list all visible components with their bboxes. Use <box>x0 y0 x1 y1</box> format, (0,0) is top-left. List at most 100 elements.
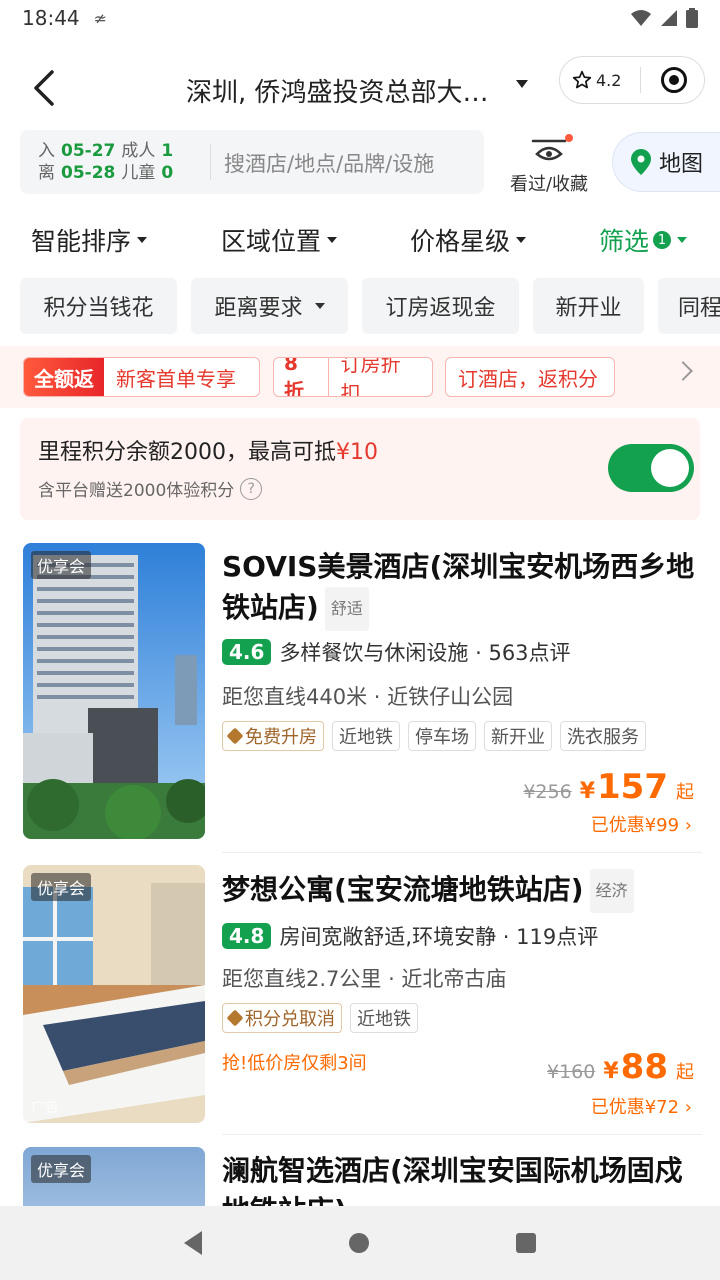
chip-new-open[interactable]: 新开业 <box>533 278 644 334</box>
adults-label: 成人 <box>121 141 156 161</box>
miniprogram-capsule: 4.2 <box>559 56 705 104</box>
perk-label: 免费升房 <box>245 727 317 748</box>
hotel-name: SOVIS美景酒店(深圳宝安机场西乡地铁站店) 舒适 <box>222 547 702 631</box>
question-mark-icon[interactable]: ? <box>240 477 263 500</box>
filter-count-badge: 1 <box>653 231 672 249</box>
chip-tongcheng[interactable]: 同程 <box>658 278 720 334</box>
promo-discount-tag: 8折 <box>274 358 329 396</box>
sort-area-label: 区域位置 <box>221 227 322 256</box>
current-price: ¥157 <box>580 767 668 807</box>
hotel-photo[interactable]: 优享会 <box>23 1147 205 1209</box>
hotel-photo[interactable]: 优享会 广告 <box>23 865 205 1123</box>
sort-smart[interactable]: 智能排序 <box>31 222 148 258</box>
original-price: ¥160 <box>547 1061 596 1083</box>
promo-discount-text: 订房折扣 <box>340 357 401 397</box>
promo-points[interactable]: 订酒店，返积分 <box>445 357 615 397</box>
hotel-card[interactable]: 优享会 广告 梦想公寓(宝安流塘地铁站店) 经济 4.8 房间宽敞舒适,环境安静 … <box>0 865 720 1125</box>
hotel-card[interactable]: 优享会 SOVIS美景酒店(深圳宝安机场西乡地铁站店) 舒适 4.6 多样餐饮与休… <box>0 543 720 843</box>
points-card: 里程积分余额2000，最高可抵¥10 含平台赠送2000体验积分 ? <box>20 418 700 520</box>
hotel-photo[interactable]: 优享会 <box>23 543 205 839</box>
signal-icon <box>661 10 677 26</box>
tag-list: 积分兑取消 近地铁 <box>222 1003 418 1033</box>
caret-down-icon <box>677 237 688 243</box>
sort-price-star[interactable]: 价格星级 <box>410 222 527 258</box>
eye-list-icon <box>531 134 573 166</box>
chip-cashback[interactable]: 订房返现金 <box>362 278 519 334</box>
status-time: 18:44 <box>22 6 80 30</box>
chip-distance[interactable]: 距离要求 <box>191 278 348 334</box>
history-label: 看过/收藏 <box>509 174 589 195</box>
distance-text: 距您直线440米 · 近铁仔山公园 <box>222 685 514 709</box>
chip-distance-label: 距离要求 <box>214 296 303 321</box>
tag-list: 免费升房 近地铁 停车场 新开业 洗衣服务 <box>222 721 646 751</box>
quick-filter-chips: 积分当钱花 距离要求 订房返现金 新开业 同程 <box>0 278 720 336</box>
perk-icon <box>226 1009 244 1027</box>
date-guest-selector[interactable]: 入 05-27 成人 1 离 05-28 儿童 0 <box>38 140 179 184</box>
rating-score: 4.8 <box>222 923 272 949</box>
caret-down-icon <box>314 303 325 309</box>
hotel-card[interactable]: 优享会 澜航智选酒店(深圳宝安国际机场固戍地铁站店) <box>0 1147 720 1209</box>
location-title[interactable]: 深圳, 侨鸿盛投资总部大… <box>186 72 501 109</box>
checkin-date: 05-27 <box>61 141 116 161</box>
promo-full-refund-tag: 全额返 <box>24 358 104 396</box>
price-from-label: 起 <box>676 782 694 803</box>
feature-tag: 洗衣服务 <box>560 721 646 751</box>
history-favorites-button[interactable]: 看过/收藏 <box>505 130 593 196</box>
promo-discount[interactable]: 8折 订房折扣 <box>273 357 433 397</box>
data-saver-icon: ≄ <box>93 8 108 28</box>
review-summary: 房间宽敞舒适,环境安静 · 119点评 <box>279 925 599 949</box>
price-row: ¥256 ¥157 起 <box>523 767 694 807</box>
points-sub: 含平台赠送2000体验积分 ? <box>38 476 263 501</box>
children-count: 0 <box>161 163 174 183</box>
checkout-line: 离 05-28 儿童 0 <box>38 162 179 184</box>
hotel-name: 澜航智选酒店(深圳宝安国际机场固戍地铁站店) <box>222 1154 683 1209</box>
map-button[interactable]: 地图 <box>612 132 720 192</box>
feature-tag: 停车场 <box>408 721 476 751</box>
currency-symbol: ¥ <box>603 1059 619 1084</box>
sort-filter[interactable]: 筛选 1 <box>599 222 688 258</box>
perk-tag: 免费升房 <box>222 721 324 751</box>
hotel-name-text: 梦想公寓(宝安流塘地铁站店) <box>222 873 584 906</box>
saved-amount[interactable]: 已优惠¥99 › <box>591 811 692 837</box>
rating-button[interactable]: 4.2 <box>560 70 640 90</box>
list-divider <box>222 852 702 853</box>
vip-badge: 优享会 <box>31 551 92 579</box>
perk-icon <box>226 727 244 745</box>
caret-down-icon <box>516 237 527 243</box>
points-money: ¥10 <box>336 440 378 465</box>
chevron-right-icon[interactable] <box>673 361 693 381</box>
vip-badge: 优享会 <box>31 873 92 901</box>
distance-text: 距您直线2.7公里 · 近北帝古庙 <box>222 967 507 991</box>
search-box[interactable]: 入 05-27 成人 1 离 05-28 儿童 0 搜酒店/地点/品牌/设施 <box>20 130 484 194</box>
rating-value: 4.2 <box>596 70 622 90</box>
location-pin-icon <box>631 149 651 175</box>
current-price: ¥88 <box>603 1047 668 1087</box>
record-icon[interactable] <box>661 67 687 93</box>
promo-new-user[interactable]: 全额返 新客首单专享 <box>23 357 260 397</box>
promo-points-text: 订酒店，返积分 <box>458 366 598 391</box>
sort-filter-bar: 智能排序 区域位置 价格星级 筛选 1 <box>0 216 720 264</box>
checkout-date: 05-28 <box>61 163 116 183</box>
search-input[interactable]: 搜酒店/地点/品牌/设施 <box>224 148 434 178</box>
back-arrow-icon[interactable] <box>26 68 66 108</box>
review-summary: 多样餐饮与休闲设施 · 563点评 <box>279 641 571 665</box>
ad-label: 广告 <box>31 1100 59 1116</box>
saved-amount[interactable]: 已优惠¥72 › <box>591 1093 692 1119</box>
sort-price-label: 价格星级 <box>410 227 511 256</box>
nav-home-icon[interactable] <box>348 1233 369 1253</box>
points-balance-text: 里程积分余额2000，最高可抵¥10 <box>38 434 378 466</box>
nav-recents-icon[interactable] <box>516 1233 537 1253</box>
chip-points[interactable]: 积分当钱花 <box>20 278 177 334</box>
saved-text: 已优惠¥99 <box>590 815 680 836</box>
points-toggle[interactable] <box>608 444 694 492</box>
sort-smart-label: 智能排序 <box>31 227 132 256</box>
checkin-label: 入 <box>38 141 55 161</box>
nav-back-icon[interactable] <box>183 1231 202 1255</box>
sort-area[interactable]: 区域位置 <box>221 222 338 258</box>
original-price: ¥256 <box>523 781 572 803</box>
header-bar: 深圳, 侨鸿盛投资总部大… 4.2 <box>0 50 720 126</box>
price-row: ¥160 ¥88 起 <box>547 1047 694 1087</box>
chevron-down-icon[interactable] <box>516 80 528 88</box>
notification-dot <box>565 134 573 142</box>
sort-filter-label: 筛选 <box>599 227 650 256</box>
